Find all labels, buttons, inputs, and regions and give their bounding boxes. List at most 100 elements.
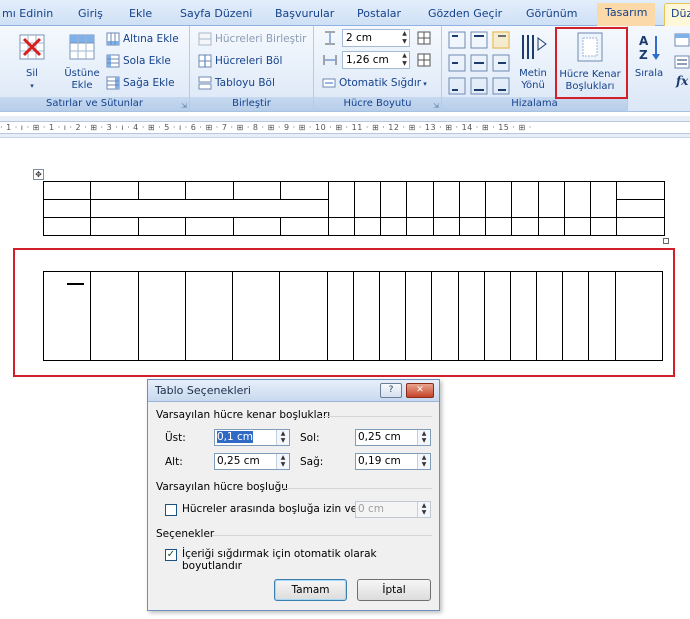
- help-button[interactable]: ?: [380, 383, 402, 398]
- formula-icon[interactable]: fx: [676, 74, 688, 88]
- section-divider: [212, 535, 432, 536]
- column-width-field[interactable]: 1,26 cm ▲ ▼: [342, 51, 410, 69]
- table-move-handle-icon[interactable]: ✥: [33, 169, 44, 180]
- options-heading: Seçenekler: [156, 528, 215, 540]
- row-height-value: 2 cm: [346, 32, 373, 44]
- tab-page-layout[interactable]: Sayfa Düzeni: [180, 4, 252, 24]
- insert-above-button[interactable]: Üstüne Ekle: [60, 32, 104, 92]
- ok-button[interactable]: Tamam: [274, 579, 347, 601]
- tab-insert[interactable]: Ekle: [129, 4, 152, 24]
- spinner-arrows-icon[interactable]: ▲ ▼: [276, 454, 289, 469]
- close-button[interactable]: ✕: [406, 383, 434, 398]
- insert-left-button[interactable]: Sola Ekle: [106, 52, 171, 70]
- left-margin-value: 0,25 cm: [358, 431, 401, 443]
- align-buttons-icon[interactable]: [448, 31, 512, 97]
- default-margins-heading: Varsayılan hücre kenar boşlukları: [156, 409, 331, 421]
- allow-spacing-checkbox[interactable]: [165, 504, 177, 516]
- group-merge: Hücreleri Birleştir Hücreleri Böl Tabloy…: [190, 26, 314, 112]
- spinner-arrows-icon[interactable]: ▲ ▼: [417, 430, 430, 445]
- tab-review[interactable]: Gözden Geçir: [428, 4, 502, 24]
- left-margin-label: Sol:: [300, 432, 320, 444]
- top-margin-label: Üst:: [165, 432, 186, 444]
- split-table-icon: [198, 76, 212, 90]
- spacing-value: 0 cm: [358, 503, 385, 515]
- autoresize-checkbox[interactable]: ✓: [165, 549, 177, 561]
- sort-label: Sırala: [634, 68, 664, 79]
- merge-cells-label: Hücreleri Birleştir: [215, 33, 307, 45]
- ribbon: Sil ▾ Üstüne Ekle Altına Ekle Sola Ekle …: [0, 26, 690, 112]
- row-height-field[interactable]: 2 cm ▲ ▼: [342, 29, 410, 47]
- text-direction-label: Metin Yönü: [519, 68, 547, 91]
- document-table-top[interactable]: [42, 181, 665, 236]
- tab-mailings[interactable]: Postalar: [357, 4, 401, 24]
- sort-button[interactable]: A Z Sırala: [634, 32, 664, 80]
- delete-table-icon: [19, 34, 45, 60]
- dialog-launcher-icon[interactable]: ⇲: [433, 102, 439, 110]
- merge-cells-button[interactable]: Hücreleri Birleştir: [198, 30, 306, 48]
- insert-below-label: Altına Ekle: [123, 33, 179, 45]
- delete-label: Sil: [26, 68, 38, 79]
- spacing-input[interactable]: 0 cm ▲ ▼: [355, 501, 431, 518]
- tab-get-started[interactable]: mı Edinin: [2, 4, 53, 24]
- bottom-margin-label: Alt:: [165, 456, 183, 468]
- svg-text:Z: Z: [639, 48, 648, 62]
- distribute-columns-icon[interactable]: [416, 52, 432, 68]
- autoresize-label[interactable]: İçeriği sığdırmak için otomatik olarak b…: [182, 548, 439, 572]
- bottom-margin-input[interactable]: 0,25 cm ▲ ▼: [214, 453, 290, 470]
- svg-text:A: A: [639, 34, 649, 48]
- text-direction-icon: [522, 35, 547, 59]
- spinner-arrows-icon[interactable]: ▲ ▼: [276, 430, 289, 445]
- insert-left-label: Sola Ekle: [123, 55, 171, 67]
- tab-design[interactable]: Tasarım: [597, 3, 656, 26]
- right-margin-label: Sağ:: [300, 456, 324, 468]
- cancel-button[interactable]: İptal: [357, 579, 431, 601]
- split-cells-icon: [198, 54, 212, 68]
- autofit-button[interactable]: Otomatik Sığdır ▾: [322, 74, 427, 92]
- default-spacing-heading: Varsayılan hücre boşluğu: [156, 481, 288, 493]
- insert-column-left-icon: [106, 54, 120, 68]
- bottom-margin-value: 0,25 cm: [217, 455, 260, 467]
- spinner-arrows-icon[interactable]: ▲ ▼: [417, 454, 430, 469]
- dialog-launcher-icon[interactable]: ⇲: [181, 102, 187, 110]
- delete-button[interactable]: Sil ▾: [12, 32, 52, 92]
- dialog-title: Tablo Seçenekleri: [155, 384, 251, 397]
- column-width-icon: [323, 55, 337, 65]
- group-rows-columns: Sil ▾ Üstüne Ekle Altına Ekle Sola Ekle …: [0, 26, 190, 112]
- table-highlight-box: [13, 248, 675, 377]
- right-margin-input[interactable]: 0,19 cm ▲ ▼: [355, 453, 431, 470]
- insert-right-button[interactable]: Sağa Ekle: [106, 74, 175, 92]
- spinner-arrows-icon[interactable]: ▲ ▼: [400, 52, 409, 68]
- right-margin-value: 0,19 cm: [358, 455, 401, 467]
- row-height-icon: [325, 31, 335, 45]
- autofit-label: Otomatik Sığdır: [339, 77, 422, 89]
- dropdown-arrow-icon: ▾: [421, 80, 427, 88]
- top-margin-input[interactable]: 0,1 cm ▲ ▼: [214, 429, 290, 446]
- table-resize-handle[interactable]: [663, 238, 669, 244]
- spinner-arrows-icon[interactable]: ▲ ▼: [400, 30, 409, 46]
- text-direction-button[interactable]: Metin Yönü: [515, 32, 551, 92]
- merge-cells-icon: [198, 32, 212, 46]
- insert-right-label: Sağa Ekle: [123, 77, 175, 89]
- tab-layout[interactable]: Düz: [664, 3, 690, 26]
- split-cells-button[interactable]: Hücreleri Böl: [198, 52, 282, 70]
- section-divider: [282, 488, 432, 489]
- left-margin-input[interactable]: 0,25 cm ▲ ▼: [355, 429, 431, 446]
- convert-to-text-icon[interactable]: [674, 54, 690, 70]
- dropdown-arrow-icon: ▾: [30, 82, 34, 90]
- allow-spacing-label[interactable]: Hücreler arasında boşluğa izin ver: [182, 503, 361, 515]
- tab-references[interactable]: Başvurular: [275, 4, 334, 24]
- horizontal-ruler[interactable]: · 1 · ı · ⊞ · 1 · ı · 2 · ⊞ · 3 · ı · 4 …: [0, 116, 690, 138]
- ribbon-tab-bar: mı Edinin Giriş Ekle Sayfa Düzeni Başvur…: [0, 0, 690, 26]
- tab-home[interactable]: Giriş: [78, 4, 103, 24]
- repeat-header-icon[interactable]: [674, 32, 690, 48]
- insert-above-label: Üstüne Ekle: [64, 68, 100, 91]
- group-cell-size: 2 cm ▲ ▼ 1,26 cm ▲ ▼ Otomatik Sığdır ▾ Hüc…: [314, 26, 442, 112]
- dialog-titlebar[interactable]: Tablo Seçenekleri ? ✕: [148, 380, 439, 402]
- distribute-rows-icon[interactable]: [416, 30, 432, 46]
- tab-view[interactable]: Görünüm: [526, 4, 577, 24]
- insert-column-right-icon: [106, 76, 120, 90]
- ruler-scale: · 1 · ı · ⊞ · 1 · ı · 2 · ⊞ · 3 · ı · 4 …: [0, 121, 690, 134]
- split-table-button[interactable]: Tabloyu Böl: [198, 74, 275, 92]
- insert-below-button[interactable]: Altına Ekle: [106, 30, 179, 48]
- spinner-arrows-icon[interactable]: ▲ ▼: [417, 502, 430, 517]
